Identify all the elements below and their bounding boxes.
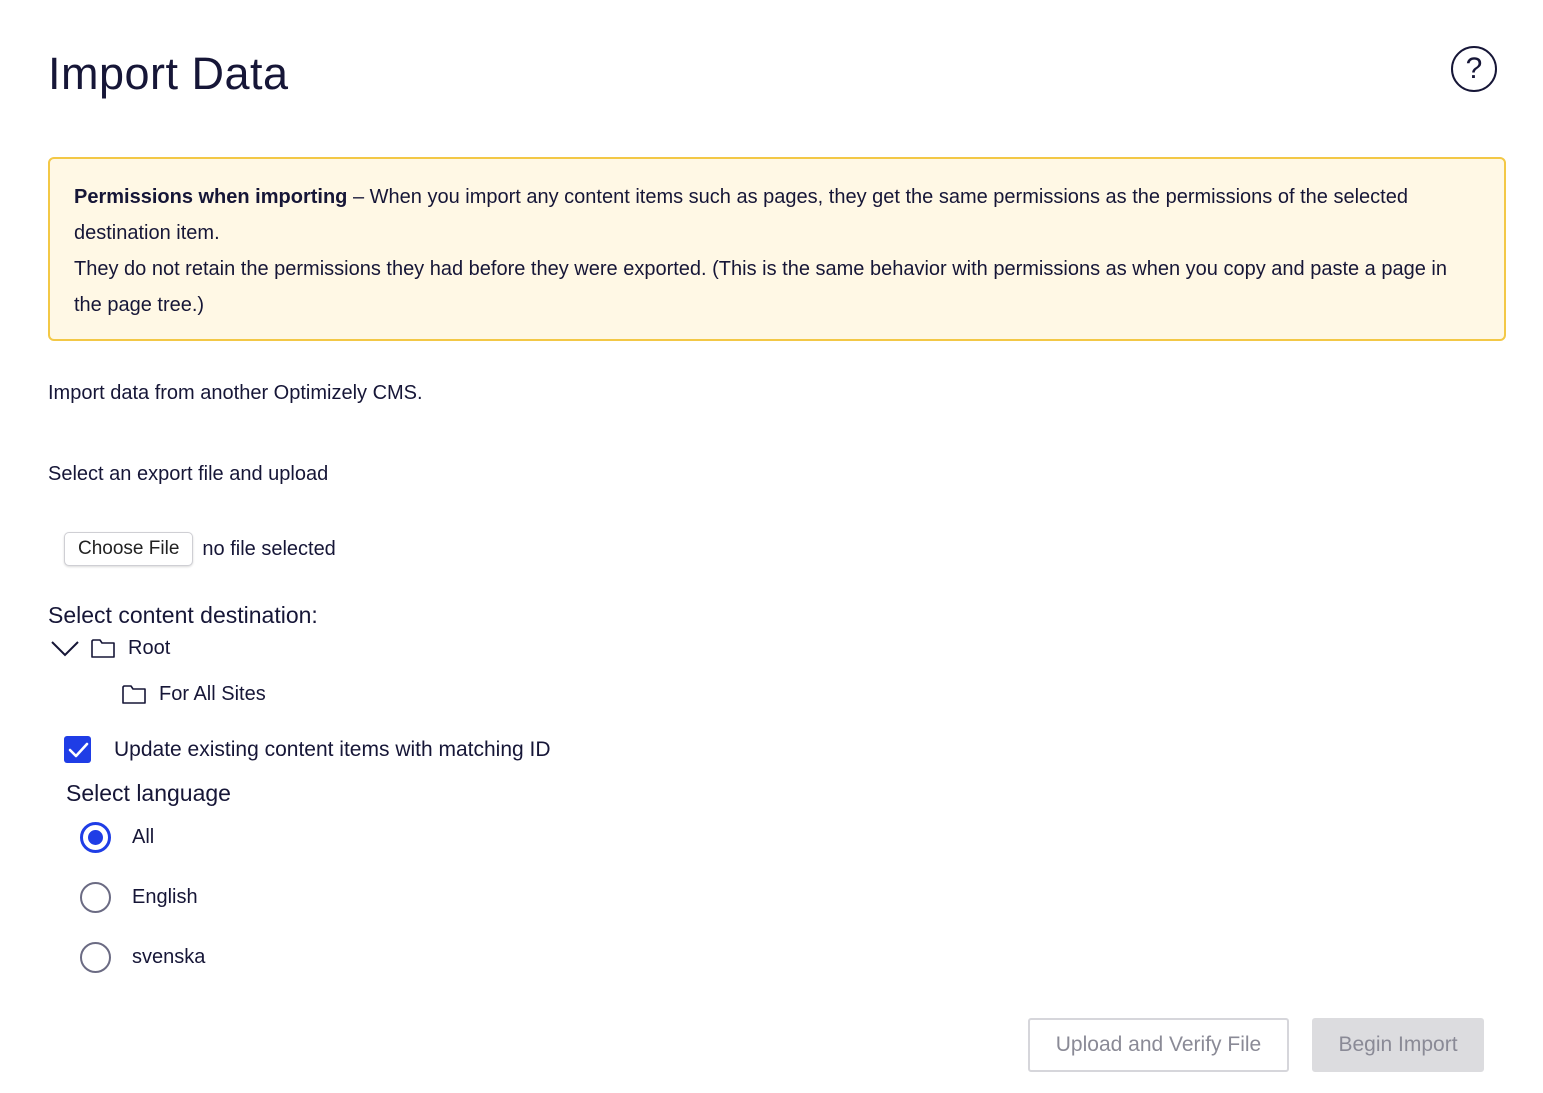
upload-label: Select an export file and upload <box>48 463 329 485</box>
help-button[interactable]: ? <box>1451 46 1497 92</box>
tree-node-for-all-sites[interactable]: For All Sites <box>121 682 266 706</box>
checkmark-icon <box>68 742 88 757</box>
chevron-down-icon[interactable] <box>50 634 80 662</box>
page-title: Import Data <box>48 48 289 99</box>
language-radio-all[interactable] <box>80 822 111 853</box>
update-existing-option[interactable]: Update existing content items with match… <box>64 736 551 763</box>
permissions-notice: Permissions when importing – When you im… <box>48 157 1506 341</box>
destination-label: Select content destination: <box>48 602 318 628</box>
intro-text: Import data from another Optimizely CMS. <box>48 382 423 404</box>
notice-body-2: They do not retain the permissions they … <box>74 258 1447 316</box>
language-option-label: All <box>132 826 155 848</box>
choose-file-button[interactable]: Choose File <box>64 532 194 566</box>
update-existing-label: Update existing content items with match… <box>114 737 551 761</box>
tree-node-root[interactable]: Root <box>50 634 170 662</box>
upload-verify-button[interactable]: Upload and Verify File <box>1028 1018 1289 1072</box>
file-status: no file selected <box>202 537 336 560</box>
language-option-label: English <box>132 886 198 908</box>
question-mark-icon: ? <box>1465 52 1483 85</box>
language-option-all[interactable]: All <box>80 822 154 853</box>
import-data-page: Import Data ? Permissions when importing… <box>0 0 1543 1093</box>
notice-separator: – <box>347 186 370 208</box>
radio-dot <box>88 830 103 845</box>
begin-import-button[interactable]: Begin Import <box>1312 1018 1484 1072</box>
folder-icon <box>121 682 147 706</box>
language-label: Select language <box>66 780 231 806</box>
file-picker: Choose File no file selected <box>64 532 336 566</box>
tree-node-label[interactable]: For All Sites <box>159 683 266 706</box>
notice-heading: Permissions when importing <box>74 186 348 208</box>
language-option-svenska[interactable]: svenska <box>80 942 205 973</box>
language-radio-english[interactable] <box>80 882 111 913</box>
language-option-label: svenska <box>132 946 206 968</box>
update-existing-checkbox[interactable] <box>64 736 91 763</box>
tree-node-label[interactable]: Root <box>128 637 170 660</box>
language-radio-svenska[interactable] <box>80 942 111 973</box>
language-option-english[interactable]: English <box>80 882 198 913</box>
folder-icon <box>90 636 116 660</box>
